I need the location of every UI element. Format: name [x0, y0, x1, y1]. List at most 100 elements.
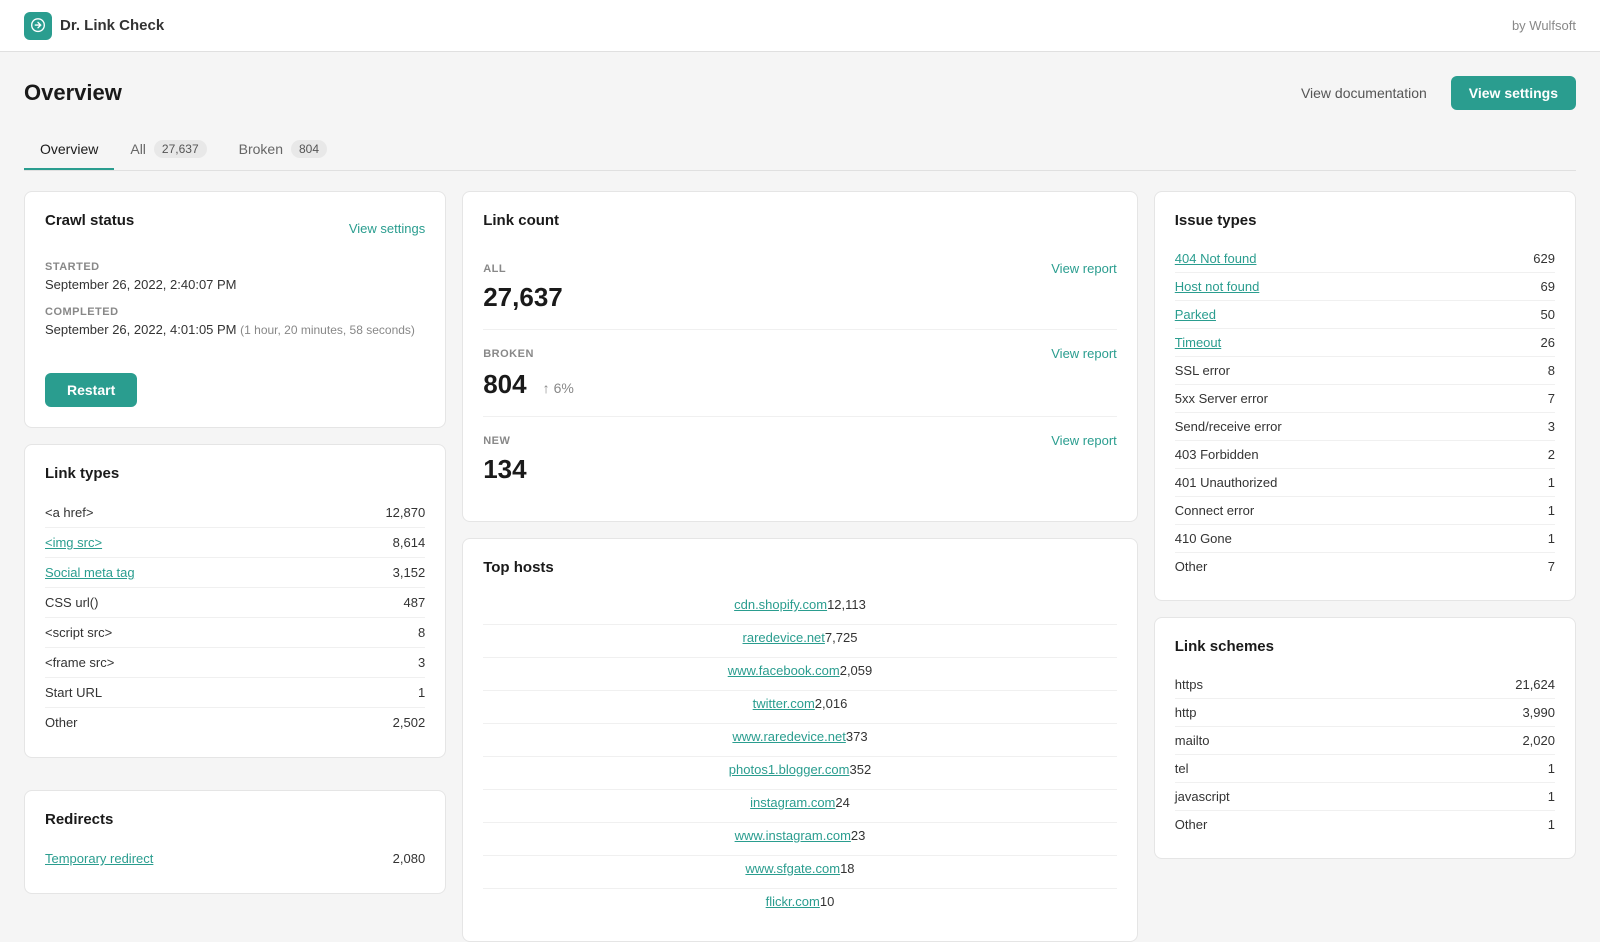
- issue-label: 403 Forbidden: [1175, 447, 1259, 462]
- list-item: tel 1: [1175, 755, 1555, 783]
- page-title: Overview: [24, 80, 122, 106]
- issue-label: Send/receive error: [1175, 419, 1282, 434]
- lc-new-value: 134: [483, 454, 1117, 485]
- host-label[interactable]: cdn.shopify.com: [734, 597, 827, 612]
- host-value: 12,113: [827, 597, 866, 612]
- redirect-label[interactable]: Temporary redirect: [45, 851, 153, 866]
- link-type-label[interactable]: Social meta tag: [45, 565, 135, 580]
- host-label[interactable]: instagram.com: [750, 795, 835, 810]
- scheme-label: mailto: [1175, 733, 1210, 748]
- middle-column: Link count ALL View report 27,637 BROKEN…: [462, 191, 1138, 942]
- lc-all-report[interactable]: View report: [1051, 261, 1117, 276]
- tab-all[interactable]: All 27,637: [114, 130, 222, 170]
- list-item: Other 7: [1175, 553, 1555, 580]
- view-settings-button[interactable]: View settings: [1451, 76, 1576, 110]
- issue-value: 1: [1548, 503, 1555, 518]
- list-item: www.instagram.com 23: [483, 823, 1117, 856]
- right-column: Issue types 404 Not found 629 Host not f…: [1154, 191, 1576, 942]
- host-label[interactable]: www.instagram.com: [735, 828, 851, 843]
- logo-icon: [24, 12, 52, 40]
- issue-value: 26: [1541, 335, 1555, 350]
- arrow-up-icon: ↑: [543, 380, 550, 396]
- host-value: 2,059: [840, 663, 873, 678]
- lc-broken-value: 804: [483, 369, 526, 400]
- scheme-value: 2,020: [1522, 733, 1555, 748]
- host-value: 23: [851, 828, 865, 843]
- main-grid: Crawl status View settings STARTED Septe…: [24, 191, 1576, 942]
- scheme-label: https: [1175, 677, 1203, 692]
- started-value: September 26, 2022, 2:40:07 PM: [45, 277, 425, 292]
- list-item: 5xx Server error 7: [1175, 385, 1555, 413]
- link-types-title: Link types: [45, 465, 425, 482]
- list-item: <img src> 8,614: [45, 528, 425, 558]
- host-label[interactable]: twitter.com: [753, 696, 815, 711]
- issue-label: 5xx Server error: [1175, 391, 1268, 406]
- link-type-label: <frame src>: [45, 655, 114, 670]
- issue-label[interactable]: Host not found: [1175, 279, 1260, 294]
- issue-label[interactable]: Parked: [1175, 307, 1216, 322]
- link-type-value: 3: [418, 655, 425, 670]
- host-label[interactable]: raredevice.net: [743, 630, 825, 645]
- link-type-value: 12,870: [385, 505, 425, 520]
- host-label[interactable]: photos1.blogger.com: [729, 762, 850, 777]
- list-item: flickr.com 10: [483, 889, 1117, 921]
- list-item: instagram.com 24: [483, 790, 1117, 823]
- issue-value: 3: [1548, 419, 1555, 434]
- host-label[interactable]: www.raredevice.net: [732, 729, 845, 744]
- issue-label[interactable]: Timeout: [1175, 335, 1221, 350]
- logo: Dr. Link Check: [24, 12, 164, 40]
- tab-broken[interactable]: Broken 804: [223, 130, 343, 170]
- lc-broken-label: BROKEN: [483, 348, 534, 360]
- header: Dr. Link Check by Wulfsoft: [0, 0, 1600, 52]
- list-item: www.sfgate.com 18: [483, 856, 1117, 889]
- link-type-label: <a href>: [45, 505, 93, 520]
- list-item: <script src> 8: [45, 618, 425, 648]
- host-label[interactable]: www.facebook.com: [728, 663, 840, 678]
- link-types-card: Link types <a href> 12,870 <img src> 8,6…: [24, 444, 446, 758]
- lc-new-label: NEW: [483, 435, 510, 447]
- issue-label: SSL error: [1175, 363, 1230, 378]
- link-type-value: 487: [404, 595, 426, 610]
- issue-value: 69: [1541, 279, 1555, 294]
- issue-value: 1: [1548, 475, 1555, 490]
- tab-overview[interactable]: Overview: [24, 130, 114, 170]
- completed-date: September 26, 2022, 4:01:05 PM: [45, 322, 237, 337]
- lc-all-value: 27,637: [483, 282, 1117, 313]
- issue-value: 8: [1548, 363, 1555, 378]
- issue-label: 401 Unauthorized: [1175, 475, 1278, 490]
- issue-value: 1: [1548, 531, 1555, 546]
- started-label: STARTED: [45, 261, 425, 273]
- lc-broken-report[interactable]: View report: [1051, 346, 1117, 361]
- list-item: Connect error 1: [1175, 497, 1555, 525]
- redirects-title: Redirects: [45, 811, 425, 828]
- completed-label: COMPLETED: [45, 306, 425, 318]
- restart-button[interactable]: Restart: [45, 373, 137, 407]
- link-type-label[interactable]: <img src>: [45, 535, 102, 550]
- host-value: 10: [820, 894, 834, 909]
- redirect-value: 2,080: [393, 851, 426, 866]
- scheme-label: Other: [1175, 817, 1208, 832]
- link-types-list: <a href> 12,870 <img src> 8,614 Social m…: [45, 498, 425, 737]
- link-count-title: Link count: [483, 212, 1117, 229]
- host-value: 2,016: [815, 696, 848, 711]
- list-item: Other 1: [1175, 811, 1555, 838]
- link-count-card: Link count ALL View report 27,637 BROKEN…: [462, 191, 1138, 522]
- lc-new-report[interactable]: View report: [1051, 433, 1117, 448]
- scheme-label: tel: [1175, 761, 1189, 776]
- view-settings-link[interactable]: View settings: [349, 221, 425, 236]
- link-count-broken: BROKEN View report 804 ↑ 6%: [483, 330, 1117, 417]
- list-item: Send/receive error 3: [1175, 413, 1555, 441]
- list-item: SSL error 8: [1175, 357, 1555, 385]
- tab-broken-label: Broken: [239, 141, 283, 157]
- list-item: 410 Gone 1: [1175, 525, 1555, 553]
- host-value: 7,725: [825, 630, 858, 645]
- lc-all-header: ALL View report: [483, 261, 1117, 276]
- issue-label: Connect error: [1175, 503, 1254, 518]
- host-label[interactable]: flickr.com: [766, 894, 820, 909]
- list-item: Social meta tag 3,152: [45, 558, 425, 588]
- issue-label[interactable]: 404 Not found: [1175, 251, 1257, 266]
- link-type-value: 1: [418, 685, 425, 700]
- list-item: <a href> 12,870: [45, 498, 425, 528]
- view-docs-button[interactable]: View documentation: [1289, 77, 1439, 109]
- host-label[interactable]: www.sfgate.com: [745, 861, 840, 876]
